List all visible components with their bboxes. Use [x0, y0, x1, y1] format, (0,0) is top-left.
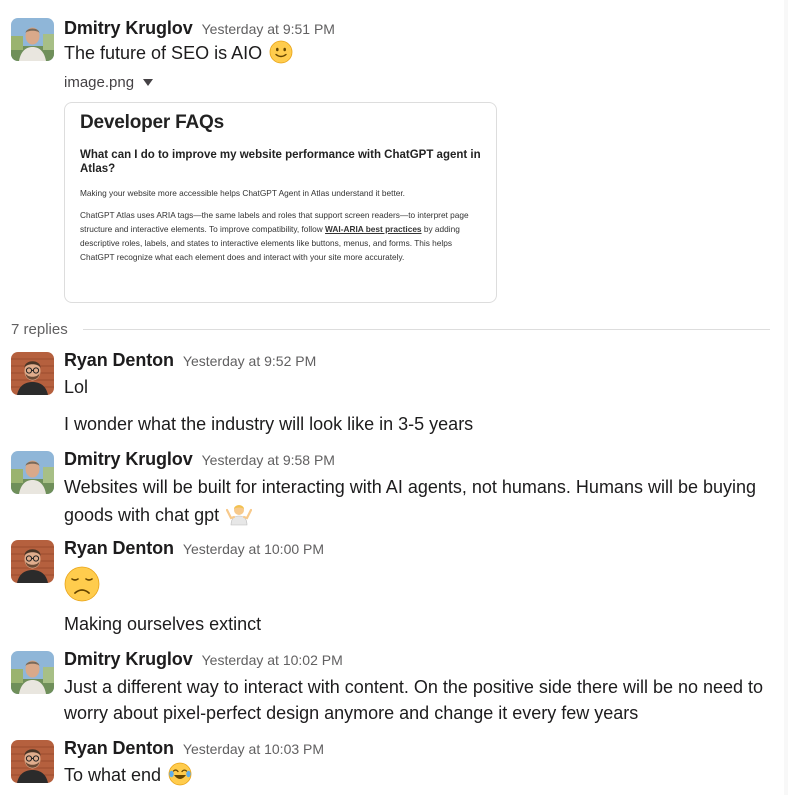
- timestamp[interactable]: Yesterday at 9:51 PM: [202, 21, 335, 37]
- replies-count: 7 replies: [11, 321, 68, 338]
- preview-paragraph: ChatGPT Atlas uses ARIA tags—the same la…: [80, 210, 469, 262]
- preview-title: Developer FAQs: [80, 112, 224, 133]
- message-text: Making ourselves extinct: [64, 614, 262, 634]
- author-name[interactable]: Dmitry Kruglov: [64, 649, 193, 670]
- timestamp[interactable]: Yesterday at 9:52 PM: [183, 353, 316, 369]
- preview-question: What can I do to improve my website perf…: [80, 149, 481, 175]
- avatar[interactable]: [11, 740, 54, 783]
- preview-link: WAI-ARIA best practices: [325, 224, 422, 234]
- author-name[interactable]: Ryan Denton: [64, 350, 174, 371]
- message-text: goods with chat gpt: [64, 500, 253, 533]
- attachment-filename[interactable]: image.png: [64, 74, 154, 91]
- timestamp[interactable]: Yesterday at 9:58 PM: [202, 452, 335, 468]
- preview-paragraph: Making your website more accessible help…: [80, 188, 405, 198]
- timestamp[interactable]: Yesterday at 10:02 PM: [202, 652, 343, 668]
- message-text: Just a different way to interact with co…: [64, 677, 764, 697]
- person-shrugging-icon: [226, 500, 253, 533]
- message-text: Lol: [64, 377, 89, 397]
- disappointed-face-icon: [64, 566, 100, 609]
- image-preview[interactable]: Developer FAQs What can I do to improve …: [64, 102, 497, 303]
- message-text: I wonder what the industry will look lik…: [64, 414, 474, 434]
- caret-down-icon[interactable]: [143, 79, 154, 86]
- avatar[interactable]: [11, 540, 54, 583]
- timestamp[interactable]: Yesterday at 10:03 PM: [183, 741, 324, 757]
- divider: [83, 329, 770, 330]
- message-text: Websites will be built for interacting w…: [64, 477, 757, 497]
- avatar[interactable]: [11, 451, 54, 494]
- slightly-smiling-face-icon: [269, 40, 293, 71]
- face-with-tears-of-joy-icon: [168, 762, 192, 793]
- author-name[interactable]: Ryan Denton: [64, 738, 174, 759]
- avatar[interactable]: [11, 18, 54, 61]
- author-name[interactable]: Ryan Denton: [64, 538, 174, 559]
- scrollbar[interactable]: [784, 0, 788, 795]
- message-text: worry about pixel-perfect design anymore…: [64, 703, 639, 723]
- timestamp[interactable]: Yesterday at 10:00 PM: [183, 541, 324, 557]
- message-text: To what end: [64, 762, 192, 793]
- author-name[interactable]: Dmitry Kruglov: [64, 449, 193, 470]
- message-text: The future of SEO is AIO: [64, 40, 293, 71]
- author-name[interactable]: Dmitry Kruglov: [64, 18, 193, 39]
- avatar[interactable]: [11, 651, 54, 694]
- avatar[interactable]: [11, 352, 54, 395]
- message-text: [64, 566, 100, 609]
